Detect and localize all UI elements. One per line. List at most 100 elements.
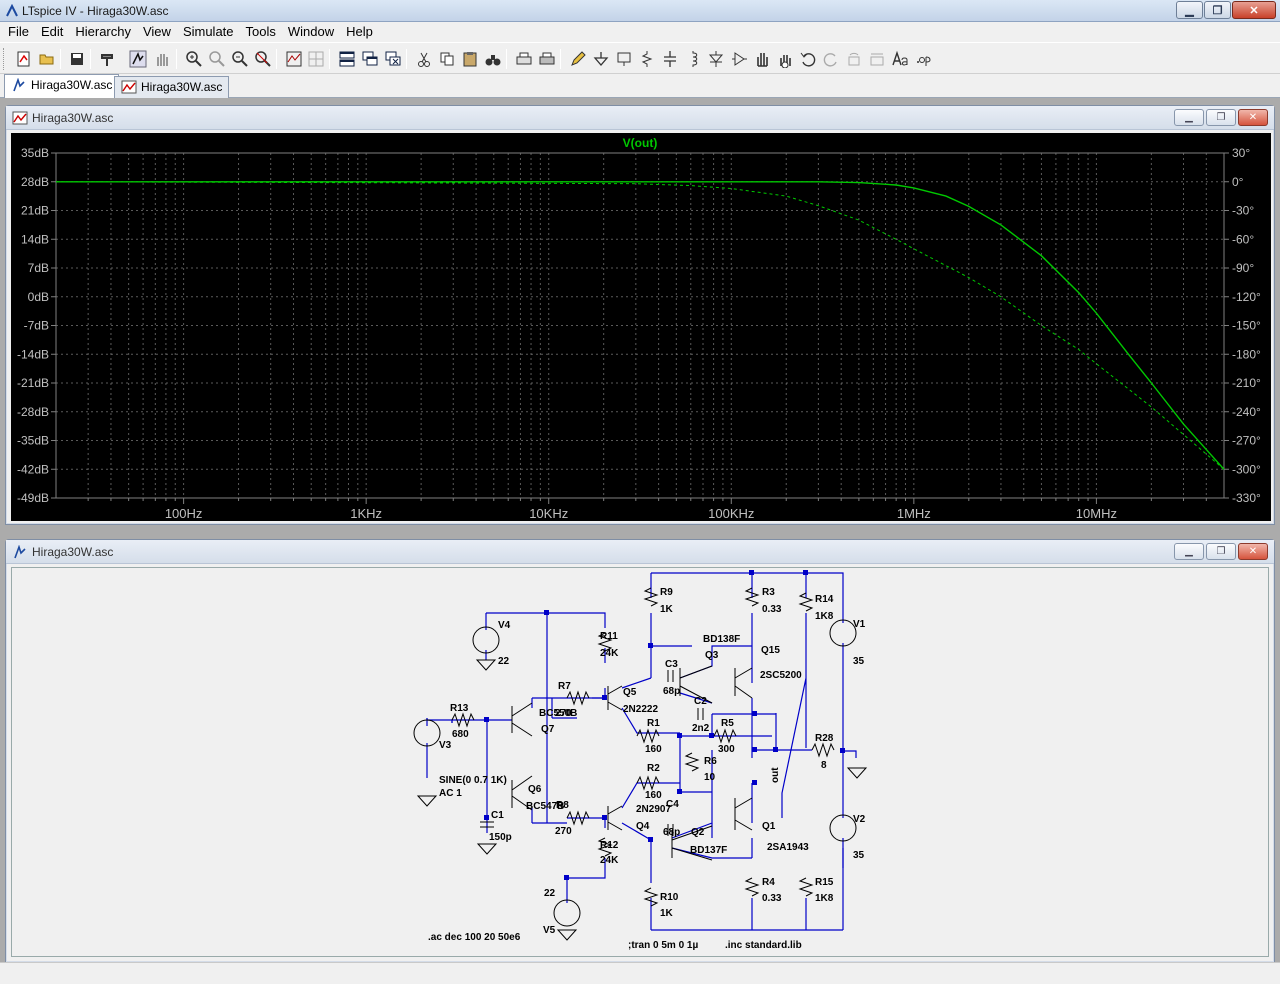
label-r13-value[interactable]: 680 — [452, 729, 469, 740]
toolbar-grip[interactable] — [3, 48, 6, 70]
label-q1-ref[interactable]: Q1 — [762, 821, 776, 832]
label-r11-value[interactable]: 24K — [600, 648, 619, 659]
label-r2-value[interactable]: 160 — [645, 790, 662, 801]
net-label-out[interactable]: out — [770, 767, 781, 783]
label-r8-value[interactable]: 270 — [555, 826, 572, 837]
move-button[interactable] — [752, 49, 772, 69]
label-r10-value[interactable]: 1K — [660, 908, 674, 919]
menu-help[interactable]: Help — [340, 22, 379, 42]
autorange-button[interactable] — [284, 49, 304, 69]
label-v3-ref[interactable]: V3 — [439, 740, 452, 751]
label-r11-ref[interactable]: R11 — [600, 631, 618, 642]
label-r5-ref[interactable]: R5 — [721, 718, 734, 729]
label-q4-value[interactable]: 2N2907 — [636, 804, 671, 815]
label-v5-value[interactable]: 22 — [544, 888, 556, 899]
label-r15-value[interactable]: 1K8 — [815, 893, 834, 904]
component-button[interactable] — [729, 49, 749, 69]
label-v3-ac[interactable]: AC 1 — [439, 788, 462, 799]
zoom-out-button[interactable] — [230, 49, 250, 69]
label-v1-ref[interactable]: V1 — [853, 619, 866, 630]
label-r9-value[interactable]: 1K — [660, 604, 674, 615]
schematic-drawing[interactable]: V4 22 V1 35 V2 35 V3 SINE(0 0.7 1K) AC 1… — [12, 568, 1268, 956]
minimize-button[interactable]: ▁ — [1176, 1, 1203, 19]
label-r2-ref[interactable]: R2 — [647, 763, 660, 774]
control-panel-button[interactable] — [98, 49, 118, 69]
schematic-canvas[interactable]: V4 22 V1 35 V2 35 V3 SINE(0 0.7 1K) AC 1… — [11, 567, 1269, 957]
tab-schematic[interactable]: Hiraga30W.asc — [4, 74, 120, 98]
label-r1-ref[interactable]: R1 — [647, 718, 660, 729]
label-q5-value[interactable]: 2N2222 — [623, 704, 658, 715]
rotate-button[interactable] — [844, 49, 864, 69]
directive-include[interactable]: .inc standard.lib — [725, 940, 802, 951]
label-r14-ref[interactable]: R14 — [815, 594, 834, 605]
label-r6-value[interactable]: 10 — [704, 772, 716, 783]
label-q6-ref[interactable]: Q6 — [528, 784, 542, 795]
label-v2-value[interactable]: 35 — [853, 850, 865, 861]
cascade-button[interactable] — [360, 49, 380, 69]
find-button[interactable] — [483, 49, 503, 69]
label-q6-value[interactable]: BC547B — [526, 801, 564, 812]
label-r12-ref[interactable]: R12 — [600, 840, 619, 851]
run-button[interactable] — [128, 49, 148, 69]
label-v4-value[interactable]: 22 — [498, 656, 510, 667]
inductor-button[interactable] — [683, 49, 703, 69]
open-button[interactable] — [37, 49, 57, 69]
zoom-full-button[interactable] — [253, 49, 273, 69]
label-c2-ref[interactable]: C2 — [694, 696, 707, 707]
trace-label-vout[interactable]: V(out) — [623, 136, 658, 150]
schematic-minimize-button[interactable]: ▁ — [1174, 543, 1204, 560]
save-button[interactable] — [67, 49, 87, 69]
copy-button[interactable] — [437, 49, 457, 69]
label-q3-value[interactable]: BD138F — [703, 634, 740, 645]
bode-plot[interactable]: 35dB 30° 28dB 0° 21dB -30° 14dB -60° 7dB -90° 0dB -… — [11, 133, 1271, 521]
undo-button[interactable] — [798, 49, 818, 69]
capacitor-button[interactable] — [660, 49, 680, 69]
label-r15-ref[interactable]: R15 — [815, 877, 834, 888]
ground-button[interactable] — [591, 49, 611, 69]
print-button[interactable] — [537, 49, 557, 69]
pan-button[interactable] — [207, 49, 227, 69]
label-q7-value[interactable]: BC550B — [539, 708, 577, 719]
label-r28-ref[interactable]: R28 — [815, 733, 834, 744]
label-c2-value[interactable]: 2n2 — [692, 723, 710, 734]
label-r28-value[interactable]: 8 — [821, 760, 827, 771]
menu-hierarchy[interactable]: Hierarchy — [69, 22, 137, 42]
label-r5-value[interactable]: 300 — [718, 744, 735, 755]
menu-file[interactable]: File — [2, 22, 35, 42]
diode-button[interactable] — [706, 49, 726, 69]
directive-ac[interactable]: .ac dec 100 20 50e6 — [428, 932, 521, 943]
label-q7-ref[interactable]: Q7 — [541, 724, 555, 735]
tile-horizontal-button[interactable] — [337, 49, 357, 69]
waveform-close-button[interactable]: ✕ — [1238, 109, 1268, 126]
menu-view[interactable]: View — [137, 22, 177, 42]
cut-button[interactable] — [414, 49, 434, 69]
text-button[interactable] — [890, 49, 910, 69]
menu-simulate[interactable]: Simulate — [177, 22, 240, 42]
label-c3-ref[interactable]: C3 — [665, 659, 678, 670]
label-r3-value[interactable]: 0.33 — [762, 604, 782, 615]
zoom-in-button[interactable] — [184, 49, 204, 69]
tab-waveform[interactable]: Hiraga30W.asc — [114, 76, 230, 98]
label-r13-ref[interactable]: R13 — [450, 703, 469, 714]
label-r10-ref[interactable]: R10 — [660, 892, 679, 903]
menu-edit[interactable]: Edit — [35, 22, 69, 42]
drag-button[interactable] — [775, 49, 795, 69]
waveform-window-titlebar[interactable]: Hiraga30W.asc ▁ ❐ ✕ — [6, 106, 1274, 130]
menu-tools[interactable]: Tools — [240, 22, 282, 42]
label-q2-ref[interactable]: Q2 — [691, 827, 705, 838]
label-r1-value[interactable]: 160 — [645, 744, 662, 755]
label-r12-value[interactable]: 24K — [600, 855, 619, 866]
waveform-minimize-button[interactable]: ▁ — [1174, 109, 1204, 126]
label-q4-ref[interactable]: Q4 — [636, 821, 650, 832]
label-c1-value[interactable]: 150p — [489, 832, 512, 843]
label-c1-ref[interactable]: C1 — [491, 810, 504, 821]
label-v2-ref[interactable]: V2 — [853, 814, 866, 825]
label-r6-ref[interactable]: R6 — [704, 756, 717, 767]
menu-window[interactable]: Window — [282, 22, 340, 42]
schematic-close-button[interactable]: ✕ — [1238, 543, 1268, 560]
label-net-button[interactable] — [614, 49, 634, 69]
label-v1-value[interactable]: 35 — [853, 656, 865, 667]
label-q3-ref[interactable]: Q3 — [705, 650, 719, 661]
label-q15-ref[interactable]: Q15 — [761, 645, 780, 656]
draw-wire-button[interactable] — [568, 49, 588, 69]
